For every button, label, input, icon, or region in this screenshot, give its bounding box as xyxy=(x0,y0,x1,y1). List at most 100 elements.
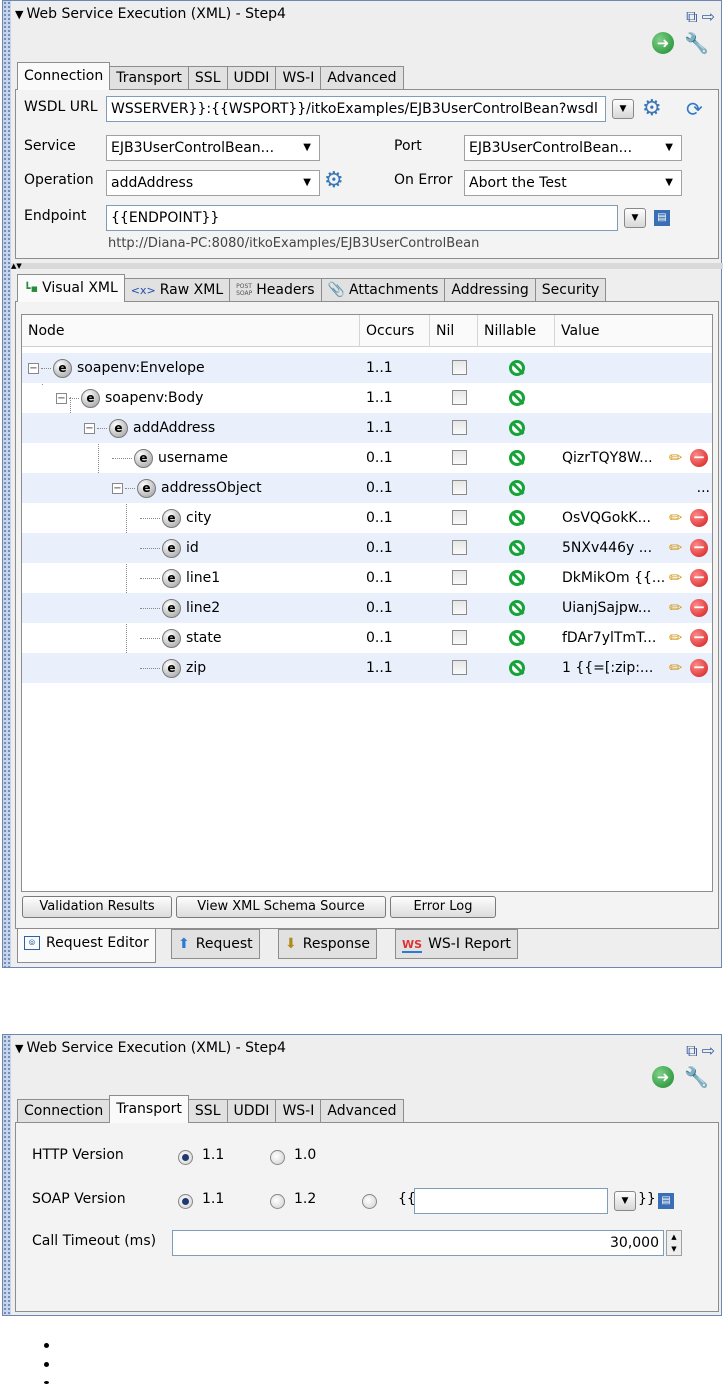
value-cell[interactable]: fDAr7ylTmT... xyxy=(562,623,666,653)
restore-window-icon[interactable]: ⧉ xyxy=(686,1043,697,1059)
value-cell[interactable]: UianjSajpw... xyxy=(562,593,666,623)
column-header-value[interactable]: Value xyxy=(555,315,712,347)
clipboard-icon[interactable]: ▤ xyxy=(658,1193,674,1209)
tab-connection[interactable]: Connection xyxy=(17,62,111,90)
dock-arrow-icon[interactable]: ⇨ xyxy=(702,9,715,25)
endpoint-dropdown-button[interactable]: ▼ xyxy=(624,208,646,228)
table-row[interactable]: e state 0..1 fDAr7ylTmT... ✏ − xyxy=(22,623,712,653)
xml-tree-table[interactable]: Node Occurs Nil Nillable Value − e soapenv… xyxy=(21,314,713,892)
endpoint-field[interactable]: {{ENDPOINT}} xyxy=(106,205,618,231)
service-select[interactable]: EJB3UserControlBean... ▼ xyxy=(106,135,320,161)
column-header-nil[interactable]: Nil xyxy=(430,315,478,347)
value-cell[interactable] xyxy=(562,383,662,413)
collapse-toggle-icon[interactable]: − xyxy=(56,392,67,404)
view-xml-schema-source-button[interactable]: View XML Schema Source xyxy=(176,896,386,918)
collapse-toggle-icon[interactable]: − xyxy=(84,422,95,434)
tab-ssl[interactable]: SSL xyxy=(187,66,228,90)
value-cell[interactable]: DkMikOm {{... xyxy=(562,563,666,593)
spinner-down-icon[interactable]: ▼ xyxy=(671,1245,676,1253)
tab-wsi[interactable]: WS-I xyxy=(275,66,322,90)
table-row[interactable]: e id 0..1 5NXv446y ... ✏ − xyxy=(22,533,712,563)
nil-checkbox[interactable] xyxy=(452,660,467,675)
tab-advanced[interactable]: Advanced xyxy=(320,1099,404,1123)
wsdl-dropdown-button[interactable]: ▼ xyxy=(612,99,634,119)
remove-icon[interactable]: − xyxy=(690,659,708,677)
nil-checkbox[interactable] xyxy=(452,420,467,435)
nil-checkbox[interactable] xyxy=(452,570,467,585)
clipboard-icon[interactable]: ▤ xyxy=(654,210,670,226)
column-header-node[interactable]: Node xyxy=(22,315,360,347)
remove-icon[interactable]: − xyxy=(690,449,708,467)
error-log-button[interactable]: Error Log xyxy=(390,896,496,918)
tab-wsi-report[interactable]: WS WS-I Report xyxy=(395,929,518,959)
value-cell[interactable] xyxy=(562,413,662,443)
remove-icon[interactable]: − xyxy=(690,629,708,647)
operation-gear-icon[interactable]: ⚙ xyxy=(324,170,344,192)
tab-uddi[interactable]: UDDI xyxy=(226,1099,277,1123)
table-row[interactable]: − e addressObject 0..1 ... xyxy=(22,473,712,503)
table-row[interactable]: e username 0..1 QizrTQY8W... ✏ − xyxy=(22,443,712,473)
pencil-icon[interactable]: ✏ xyxy=(669,538,682,557)
column-header-occurs[interactable]: Occurs xyxy=(360,315,430,347)
table-row[interactable]: − e soapenv:Body 1..1 xyxy=(22,383,712,413)
value-cell[interactable]: ... xyxy=(562,473,712,503)
port-select[interactable]: EJB3UserControlBean... ▼ xyxy=(464,135,682,161)
tab-security[interactable]: Security xyxy=(534,278,607,302)
wsdl-url-field[interactable]: WSSERVER}}:{{WSPORT}}/itkoExamples/EJB3U… xyxy=(106,96,606,122)
collapse-triangle-icon[interactable]: ▼ xyxy=(15,8,23,21)
value-cell[interactable]: OsVQGokK... xyxy=(562,503,666,533)
refresh-icon[interactable]: ⟳ xyxy=(686,99,703,119)
remove-icon[interactable]: − xyxy=(690,509,708,527)
value-cell[interactable] xyxy=(562,353,662,383)
pencil-icon[interactable]: ✏ xyxy=(669,628,682,647)
soap-1-2-radio[interactable] xyxy=(270,1194,285,1209)
http-1-1-radio[interactable] xyxy=(178,1150,193,1165)
column-header-nillable[interactable]: Nillable xyxy=(478,315,555,347)
restore-window-icon[interactable]: ⧉ xyxy=(686,9,697,25)
call-timeout-spinner[interactable]: ▲ ▼ xyxy=(666,1230,682,1256)
remove-icon[interactable]: − xyxy=(690,539,708,557)
call-timeout-field[interactable]: 30,000 xyxy=(172,1230,664,1256)
wrench-icon[interactable]: 🔧 xyxy=(684,31,709,55)
on-error-select[interactable]: Abort the Test ▼ xyxy=(464,170,682,196)
http-1-0-radio[interactable] xyxy=(270,1150,285,1165)
panel-title-bar[interactable]: ▼ Web Service Execution (XML) - Step4 ⧉ ⇨ xyxy=(11,1,721,27)
soap-1-1-radio[interactable] xyxy=(178,1194,193,1209)
tab-request[interactable]: ⬆ Request xyxy=(171,929,260,959)
pencil-icon[interactable]: ✏ xyxy=(669,658,682,677)
nil-checkbox[interactable] xyxy=(452,630,467,645)
nil-checkbox[interactable] xyxy=(452,390,467,405)
nil-checkbox[interactable] xyxy=(452,360,467,375)
dock-arrow-icon[interactable]: ⇨ xyxy=(702,1043,715,1059)
tab-addressing[interactable]: Addressing xyxy=(444,278,536,302)
tab-transport[interactable]: Transport xyxy=(109,1095,189,1123)
collapse-triangle-icon[interactable]: ▼ xyxy=(15,1042,23,1055)
tab-headers[interactable]: POST SOAP Headers xyxy=(229,278,322,302)
pencil-icon[interactable]: ✏ xyxy=(669,598,682,617)
tab-raw-xml[interactable]: <x> Raw XML xyxy=(123,278,231,302)
table-row[interactable]: e line2 0..1 UianjSajpw... ✏ − xyxy=(22,593,712,623)
operation-select[interactable]: addAddress ▼ xyxy=(106,170,320,196)
go-arrow-icon[interactable]: ➜ xyxy=(652,32,675,54)
tab-transport[interactable]: Transport xyxy=(109,66,189,90)
go-arrow-icon[interactable]: ➜ xyxy=(652,1066,675,1088)
tab-visual-xml[interactable]: ┗▪ Visual XML xyxy=(17,274,125,302)
splitter[interactable]: ▲▼ xyxy=(11,263,723,270)
gear-icon[interactable]: ⚙ xyxy=(642,98,662,120)
value-cell[interactable]: QizrTQY8W... xyxy=(562,443,666,473)
remove-icon[interactable]: − xyxy=(690,569,708,587)
table-row[interactable]: − e addAddress 1..1 xyxy=(22,413,712,443)
validation-results-button[interactable]: Validation Results xyxy=(22,896,172,918)
tab-wsi[interactable]: WS-I xyxy=(275,1099,322,1123)
soap-custom-field[interactable] xyxy=(414,1188,608,1214)
nil-checkbox[interactable] xyxy=(452,540,467,555)
collapse-toggle-icon[interactable]: − xyxy=(28,362,39,374)
collapse-toggle-icon[interactable]: − xyxy=(112,482,123,494)
soap-custom-dropdown-button[interactable]: ▼ xyxy=(614,1191,636,1211)
nil-checkbox[interactable] xyxy=(452,510,467,525)
spinner-up-icon[interactable]: ▲ xyxy=(671,1233,676,1241)
tab-attachments[interactable]: 📎 Attachments xyxy=(320,278,446,302)
tab-response[interactable]: ⬇ Response xyxy=(278,929,377,959)
remove-icon[interactable]: − xyxy=(690,599,708,617)
panel-title-bar[interactable]: ▼ Web Service Execution (XML) - Step4 ⧉ ⇨ xyxy=(11,1035,721,1061)
